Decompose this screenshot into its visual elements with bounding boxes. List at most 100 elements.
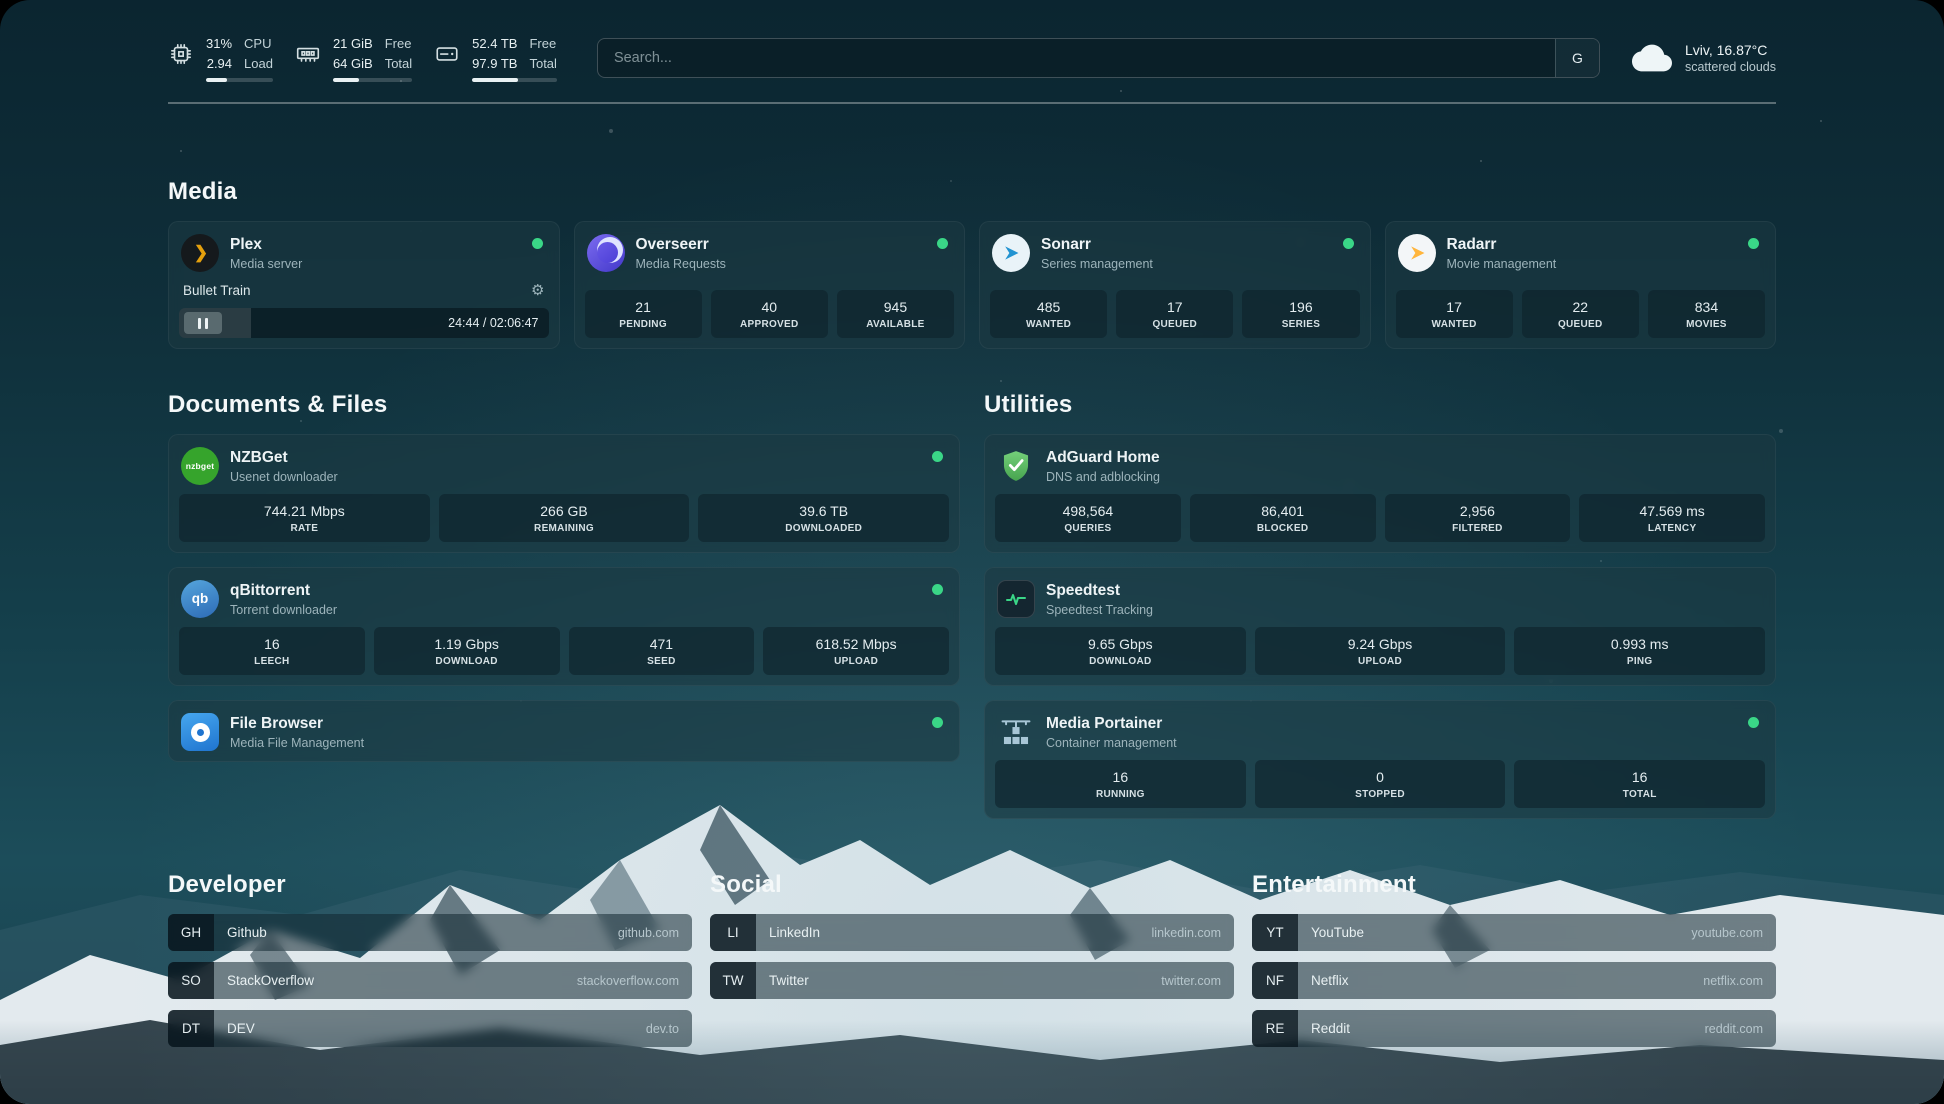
stat-download: 1.19 Gbps DOWNLOAD — [374, 627, 560, 675]
stat-value: 2,956 — [1388, 503, 1568, 519]
stat-value: 9.65 Gbps — [998, 636, 1243, 652]
memory-progress-bar — [333, 78, 412, 82]
service-card-qbittorrent[interactable]: qb qBittorrent Torrent downloader 16 LEE… — [168, 567, 960, 686]
storage-progress-bar — [472, 78, 557, 82]
service-name: NZBGet — [230, 449, 921, 467]
stat-value: 471 — [572, 636, 752, 652]
bookmark-group-entertainment: Entertainment YT YouTube youtube.com NF … — [1252, 871, 1776, 1047]
service-name: qBittorrent — [230, 582, 921, 600]
stat-value: 21 — [588, 299, 699, 315]
status-dot — [1748, 238, 1759, 249]
stat-label: SERIES — [1245, 319, 1356, 330]
stat-seed: 471 SEED — [569, 627, 755, 675]
sonarr-icon — [992, 234, 1030, 272]
stat-value: 9.24 Gbps — [1258, 636, 1503, 652]
pause-button[interactable] — [184, 312, 222, 334]
service-name: Speedtest — [1046, 582, 1763, 600]
stat-label: STOPPED — [1258, 789, 1503, 800]
bookmark-github[interactable]: GH Github github.com — [168, 914, 692, 951]
plex-player-bar[interactable]: 24:44 / 02:06:47 — [179, 308, 549, 338]
bookmark-name: Reddit — [1298, 1021, 1350, 1036]
service-card-plex[interactable]: ❯ Plex Media server Bullet Train ⚙ — [168, 221, 560, 349]
service-card-nzbget[interactable]: nzbget NZBGet Usenet downloader 744.21 M… — [168, 434, 960, 553]
plex-icon: ❯ — [181, 234, 219, 272]
storage-total-value: 97.9 TB — [472, 54, 517, 74]
bookmark-reddit[interactable]: RE Reddit reddit.com — [1252, 1010, 1776, 1047]
bookmark-name: Netflix — [1298, 973, 1349, 988]
stat-label: DOWNLOADED — [701, 523, 946, 534]
bookmark-abbr: GH — [168, 914, 214, 951]
service-description: Media Requests — [636, 257, 927, 271]
stat-label: QUEUED — [1525, 319, 1636, 330]
bookmark-abbr: NF — [1252, 962, 1298, 999]
bookmark-dev[interactable]: DT DEV dev.to — [168, 1010, 692, 1047]
service-card-adguard[interactable]: AdGuard Home DNS and adblocking 498,564 … — [984, 434, 1776, 553]
service-card-overseerr[interactable]: Overseerr Media Requests 21 PENDING 40 A… — [574, 221, 966, 349]
stat-label: FILTERED — [1388, 523, 1568, 534]
service-card-portainer[interactable]: Media Portainer Container management 16 … — [984, 700, 1776, 819]
header-divider — [168, 102, 1776, 104]
bookmark-youtube[interactable]: YT YouTube youtube.com — [1252, 914, 1776, 951]
stat-upload: 618.52 Mbps UPLOAD — [763, 627, 949, 675]
stat-approved: 40 APPROVED — [711, 290, 828, 338]
bookmark-url: netflix.com — [1703, 974, 1776, 988]
stat-value: 618.52 Mbps — [766, 636, 946, 652]
storage-total-label: Total — [529, 54, 556, 74]
cpu-usage-value: 31% — [206, 34, 232, 54]
stat-value: 196 — [1245, 299, 1356, 315]
service-card-sonarr[interactable]: Sonarr Series management 485 WANTED 17 Q… — [979, 221, 1371, 349]
service-card-radarr[interactable]: Radarr Movie management 17 WANTED 22 QUE… — [1385, 221, 1777, 349]
memory-free-label: Free — [385, 34, 412, 54]
stat-pending: 21 PENDING — [585, 290, 702, 338]
bookmark-abbr: YT — [1252, 914, 1298, 951]
stat-blocked: 86,401 BLOCKED — [1190, 494, 1376, 542]
filebrowser-icon — [181, 713, 219, 751]
service-description: Usenet downloader — [230, 470, 921, 484]
stat-label: DOWNLOAD — [377, 656, 557, 667]
bookmark-url: stackoverflow.com — [577, 974, 692, 988]
bookmark-url: twitter.com — [1161, 974, 1234, 988]
bookmark-abbr: LI — [710, 914, 756, 951]
stat-label: MOVIES — [1651, 319, 1762, 330]
stat-series: 196 SERIES — [1242, 290, 1359, 338]
service-description: Series management — [1041, 257, 1332, 271]
stat-label: PING — [1517, 656, 1762, 667]
bookmark-netflix[interactable]: NF Netflix netflix.com — [1252, 962, 1776, 999]
bookmark-abbr: DT — [168, 1010, 214, 1047]
service-card-filebrowser[interactable]: File Browser Media File Management — [168, 700, 960, 762]
stat-rate: 744.21 Mbps RATE — [179, 494, 430, 542]
service-description: Speedtest Tracking — [1046, 603, 1763, 617]
section-title-utilities: Utilities — [984, 391, 1776, 419]
bookmark-url: youtube.com — [1691, 926, 1776, 940]
section-title-documents: Documents & Files — [168, 391, 960, 419]
bookmark-stackoverflow[interactable]: SO StackOverflow stackoverflow.com — [168, 962, 692, 999]
search-input[interactable] — [598, 39, 1555, 77]
stat-label: LEECH — [182, 656, 362, 667]
service-card-speedtest[interactable]: Speedtest Speedtest Tracking 9.65 Gbps D… — [984, 567, 1776, 686]
gear-icon[interactable]: ⚙ — [531, 281, 544, 299]
cpu-progress-bar — [206, 78, 273, 82]
service-name: AdGuard Home — [1046, 449, 1763, 467]
service-description: Media server — [230, 257, 521, 271]
stat-total: 16 TOTAL — [1514, 760, 1765, 808]
bookmark-twitter[interactable]: TW Twitter twitter.com — [710, 962, 1234, 999]
search-provider-button[interactable]: G — [1555, 39, 1599, 77]
section-title-media: Media — [168, 178, 1776, 206]
now-playing-title: Bullet Train — [183, 283, 251, 298]
bookmark-linkedin[interactable]: LI LinkedIn linkedin.com — [710, 914, 1234, 951]
stat-value: 834 — [1651, 299, 1762, 315]
stat-available: 945 AVAILABLE — [837, 290, 954, 338]
search-bar[interactable]: G — [597, 38, 1600, 78]
stat-value: 744.21 Mbps — [182, 503, 427, 519]
stat-running: 16 RUNNING — [995, 760, 1246, 808]
section-title-entertainment: Entertainment — [1252, 871, 1776, 899]
status-dot — [932, 584, 943, 595]
storage-free-value: 52.4 TB — [472, 34, 517, 54]
stat-upload: 9.24 Gbps UPLOAD — [1255, 627, 1506, 675]
service-name: Sonarr — [1041, 236, 1332, 254]
stat-ping: 0.993 ms PING — [1514, 627, 1765, 675]
stat-label: LATENCY — [1582, 523, 1762, 534]
bookmark-url: linkedin.com — [1152, 926, 1234, 940]
stat-latency: 47.569 ms LATENCY — [1579, 494, 1765, 542]
storage-widget: 52.4 TB 97.9 TB Free Total — [434, 34, 557, 82]
